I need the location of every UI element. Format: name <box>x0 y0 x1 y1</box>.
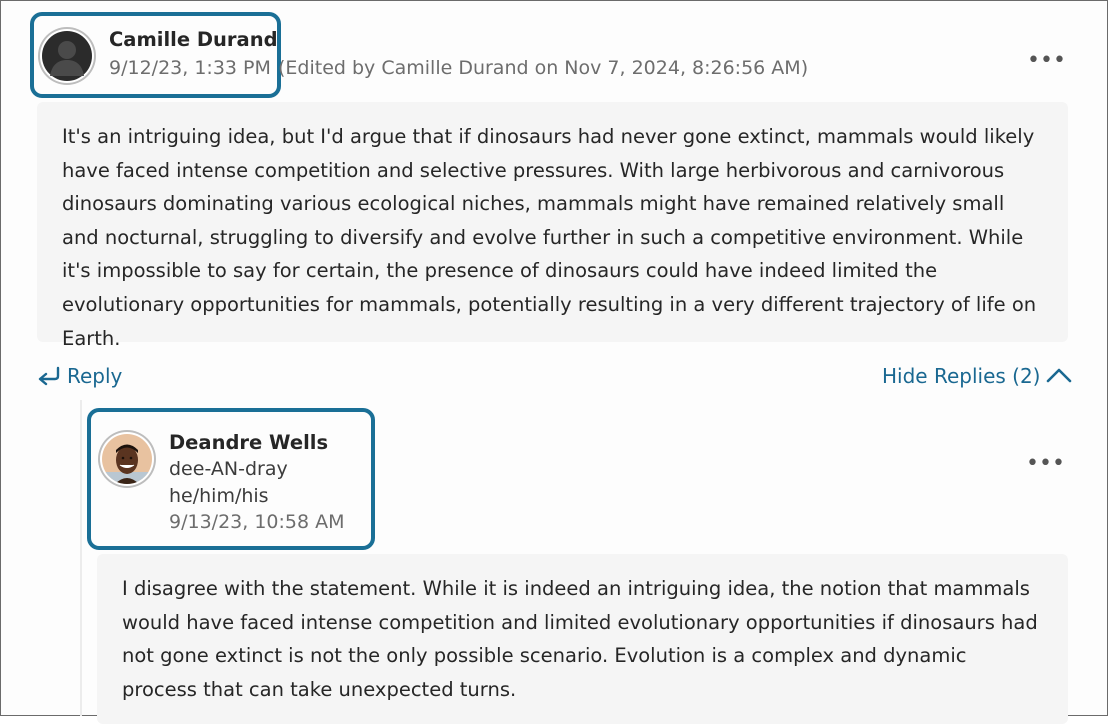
reply-author-name[interactable]: Deandre Wells <box>169 431 328 454</box>
reply-body: I disagree with the statement. While it … <box>97 554 1068 724</box>
reply-author-pronunciation: dee-AN-dray <box>169 458 288 480</box>
hide-replies-label: Hide Replies (2) <box>882 364 1041 388</box>
reply-button[interactable]: Reply <box>36 364 122 388</box>
chevron-up-icon <box>1047 368 1072 383</box>
avatar-placeholder-icon <box>38 27 96 85</box>
reply-thread-line <box>80 400 82 716</box>
reply-author-pronouns: he/him/his <box>169 485 269 507</box>
post-author-name[interactable]: Camille Durand <box>109 28 278 51</box>
avatar-photo <box>98 430 156 488</box>
hide-replies-button[interactable]: Hide Replies (2) <box>882 364 1074 388</box>
post-date: 9/12/23, 1:33 PM <box>109 57 271 79</box>
post-body: It's an intriguing idea, but I'd argue t… <box>37 102 1068 350</box>
reply-more-options-button[interactable]: ••• <box>1026 453 1065 475</box>
post-more-options-button[interactable]: ••• <box>1027 50 1066 72</box>
post-edited-note: (Edited by Camille Durand on Nov 7, 2024… <box>278 57 809 79</box>
reply-arrow-icon <box>38 366 60 386</box>
reply-label: Reply <box>67 364 123 388</box>
reply-date: 9/13/23, 10:58 AM <box>169 511 345 533</box>
